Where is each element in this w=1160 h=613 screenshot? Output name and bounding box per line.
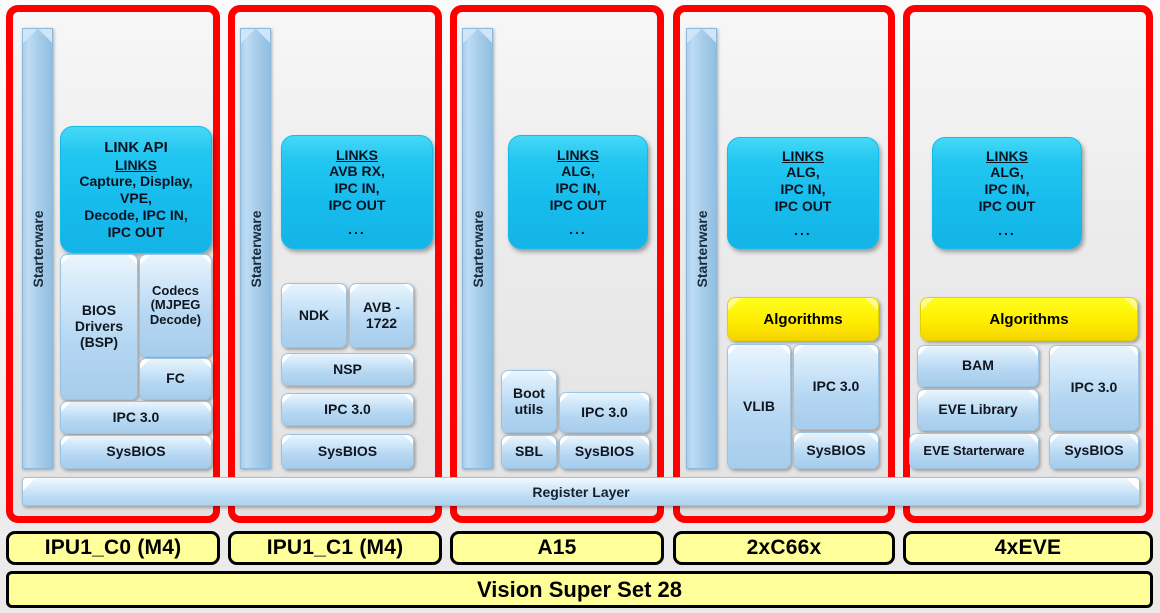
links-items: AVB RX, IPC IN, IPC OUT <box>328 163 386 213</box>
component-box-ipc30: IPC 3.0 <box>1049 345 1139 431</box>
links-box-eve: LINKS ALG, IPC IN, IPC OUT ... <box>932 137 1082 249</box>
component-box-sysbios: SysBIOS <box>60 435 212 469</box>
links-heading: LINKS <box>557 146 599 163</box>
component-box-bios-drivers: BIOS Drivers (BSP) <box>60 254 138 400</box>
core-label-ipu1-c0: IPU1_C0 (M4) <box>6 531 220 565</box>
core-label-ipu1-c1: IPU1_C1 (M4) <box>228 531 442 565</box>
links-heading: LINKS <box>115 156 157 173</box>
bevel-notch-icon <box>687 29 716 43</box>
component-box-codecs: Codecs (MJPEG Decode) <box>139 254 212 357</box>
starterware-bar-ipu1-c1: Starterware <box>240 28 271 469</box>
core-label-c66x: 2xC66x <box>673 531 895 565</box>
starterware-bar-a15: Starterware <box>462 28 493 469</box>
component-box-eve-starterware: EVE Starterware <box>909 433 1039 469</box>
links-ellipsis: ... <box>794 221 812 238</box>
links-ellipsis: ... <box>998 221 1016 238</box>
links-box-a15: LINKS ALG, IPC IN, IPC OUT ... <box>508 135 648 249</box>
component-box-sbl: SBL <box>501 435 557 469</box>
links-items: ALG, IPC IN, IPC OUT <box>978 164 1036 214</box>
bevel-notch-icon <box>23 29 52 43</box>
component-box-eve-library: EVE Library <box>917 389 1039 431</box>
algorithms-box-c66x: Algorithms <box>727 297 879 341</box>
links-title: LINK API <box>104 138 168 156</box>
starterware-label: Starterware <box>693 209 710 288</box>
component-box-ipc30: IPC 3.0 <box>281 393 414 426</box>
vision-super-set-banner: Vision Super Set 28 <box>6 571 1153 608</box>
starterware-label: Starterware <box>469 209 486 288</box>
component-box-sysbios: SysBIOS <box>559 435 650 469</box>
component-box-fc: FC <box>139 358 212 400</box>
architecture-diagram: Starterware LINK API LINKS Capture, Disp… <box>0 0 1160 613</box>
component-box-bam: BAM <box>917 345 1039 387</box>
links-items: Capture, Display, VPE, Decode, IPC IN, I… <box>79 173 193 240</box>
starterware-bar-ipu1-c0: Starterware <box>22 28 53 469</box>
links-heading: LINKS <box>336 146 378 163</box>
register-layer-bar: Register Layer <box>22 477 1140 506</box>
component-box-ipc30: IPC 3.0 <box>60 401 212 434</box>
component-box-ipc30: IPC 3.0 <box>559 392 650 433</box>
component-box-nsp: NSP <box>281 353 414 386</box>
algorithms-box-eve: Algorithms <box>920 297 1138 341</box>
links-box-ipu1-c1: LINKS AVB RX, IPC IN, IPC OUT ... <box>281 135 433 249</box>
bevel-notch-icon <box>241 29 270 43</box>
bevel-notch-icon <box>463 29 492 43</box>
component-box-vlib: VLIB <box>727 344 791 469</box>
starterware-label: Starterware <box>29 209 46 288</box>
component-box-sysbios: SysBIOS <box>1049 433 1139 469</box>
links-box-c66x: LINKS ALG, IPC IN, IPC OUT ... <box>727 137 879 249</box>
component-box-boot-utils: Boot utils <box>501 370 557 433</box>
component-box-avb-1722: AVB - 1722 <box>349 283 414 348</box>
core-label-eve: 4xEVE <box>903 531 1153 565</box>
starterware-label: Starterware <box>247 209 264 288</box>
links-heading: LINKS <box>986 147 1028 164</box>
links-ellipsis: ... <box>348 220 366 237</box>
core-label-a15: A15 <box>450 531 664 565</box>
component-box-sysbios: SysBIOS <box>281 434 414 469</box>
component-box-sysbios: SysBIOS <box>793 432 879 469</box>
component-box-ndk: NDK <box>281 283 347 348</box>
links-heading: LINKS <box>782 147 824 164</box>
links-items: ALG, IPC IN, IPC OUT <box>774 164 832 214</box>
links-items: ALG, IPC IN, IPC OUT <box>549 163 607 213</box>
links-box-ipu1-c0: LINK API LINKS Capture, Display, VPE, De… <box>60 126 212 253</box>
starterware-bar-c66x: Starterware <box>686 28 717 469</box>
component-box-ipc30: IPC 3.0 <box>793 344 879 430</box>
links-ellipsis: ... <box>569 220 587 237</box>
